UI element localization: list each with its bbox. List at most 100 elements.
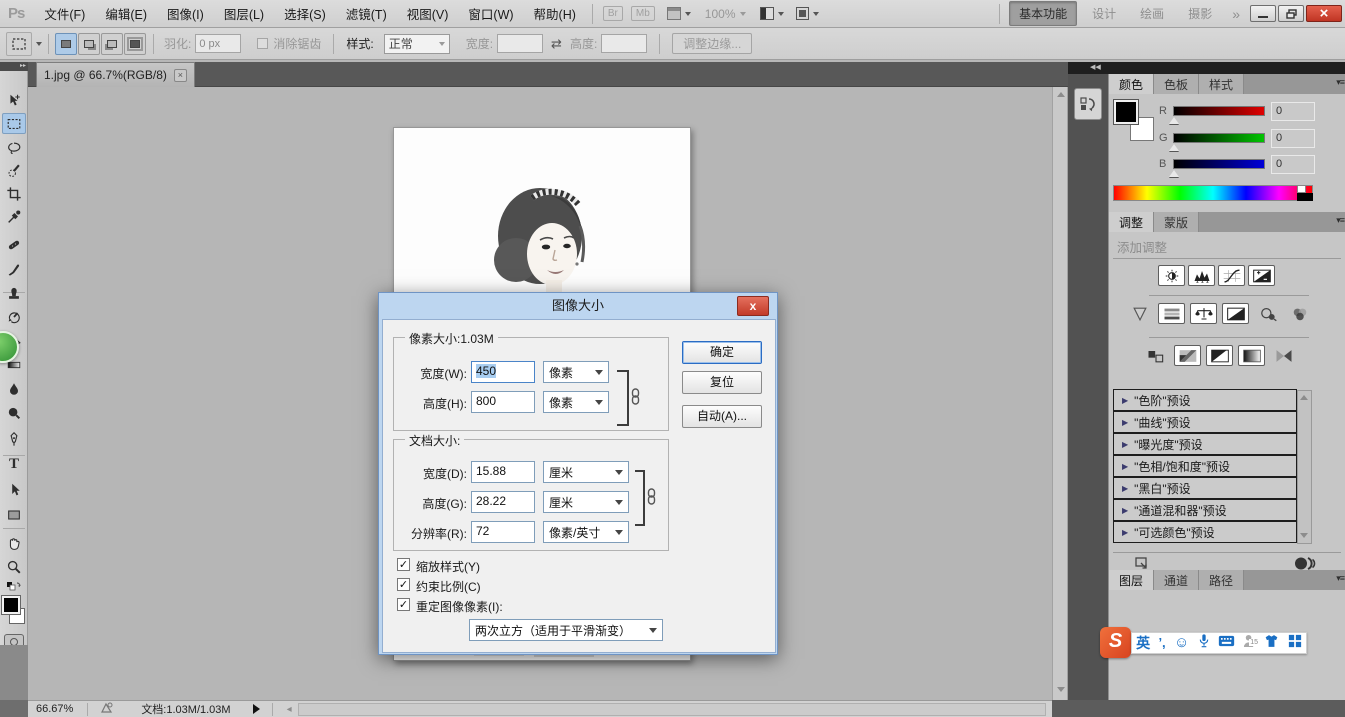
bridge-button[interactable]: Br xyxy=(603,6,623,21)
channel-mixer-icon[interactable] xyxy=(1286,303,1313,324)
zoom-tool[interactable] xyxy=(2,556,26,577)
width-input[interactable] xyxy=(497,34,543,53)
black-white-icon[interactable] xyxy=(1222,303,1249,324)
feather-input[interactable] xyxy=(195,34,241,53)
pixel-height-unit-dropdown[interactable]: 像素 xyxy=(543,391,609,413)
tab-adjustments[interactable]: 调整 xyxy=(1109,212,1154,232)
refine-edge-button[interactable]: 调整边缘... xyxy=(672,33,752,54)
crop-tool[interactable] xyxy=(2,183,26,204)
panel-dock-collapse-bar[interactable]: ◀◀ xyxy=(1068,62,1345,74)
panel-menu-icon[interactable]: ▾≡ xyxy=(1336,215,1344,226)
doc-width-unit-dropdown[interactable]: 厘米 xyxy=(543,461,629,483)
scroll-up-icon[interactable] xyxy=(1057,92,1065,97)
shape-tool[interactable] xyxy=(2,504,26,525)
selection-mode-new[interactable] xyxy=(55,33,77,55)
posterize-icon[interactable] xyxy=(1174,345,1201,366)
preset-hue-saturation[interactable]: ▶"色相/饱和度"预设 xyxy=(1113,455,1297,477)
sogou-voice-icon[interactable] xyxy=(1198,633,1210,652)
status-flyout-icon[interactable] xyxy=(253,704,260,714)
pen-tool[interactable] xyxy=(2,428,26,449)
spot-healing-tool[interactable] xyxy=(2,234,26,255)
eyedropper-tool[interactable] xyxy=(2,206,26,227)
foreground-swatch[interactable] xyxy=(1114,100,1138,124)
path-selection-tool[interactable] xyxy=(2,479,26,500)
workspace-essentials[interactable]: 基本功能 xyxy=(1009,1,1077,26)
color-balance-icon[interactable] xyxy=(1190,303,1217,324)
auto-button[interactable]: 自动(A)... xyxy=(682,405,762,428)
sogou-logo[interactable]: S xyxy=(1100,627,1131,658)
resample-method-dropdown[interactable]: 两次立方（适用于平滑渐变） xyxy=(469,619,663,641)
history-panel-icon[interactable] xyxy=(1074,88,1102,120)
tab-color[interactable]: 颜色 xyxy=(1109,74,1154,94)
reset-button[interactable]: 复位 xyxy=(682,371,762,394)
collapse-panels-icon[interactable]: ◀◀ xyxy=(1090,64,1101,71)
lasso-tool[interactable] xyxy=(2,137,26,158)
sogou-login-icon[interactable]: 15 xyxy=(1243,634,1256,651)
tab-paths[interactable]: 路径 xyxy=(1199,570,1244,590)
selection-mode-subtract[interactable] xyxy=(101,33,123,55)
red-value-input[interactable]: 0 xyxy=(1271,102,1315,121)
ok-button[interactable]: 确定 xyxy=(682,341,762,364)
sogou-punctuation-toggle[interactable]: ’, xyxy=(1158,635,1165,650)
preset-black-white[interactable]: ▶"黑白"预设 xyxy=(1113,477,1297,499)
green-value-input[interactable]: 0 xyxy=(1271,129,1315,148)
horizontal-scrollbar[interactable] xyxy=(298,703,1046,716)
selection-mode-intersect[interactable] xyxy=(124,33,146,55)
sogou-emoji-icon[interactable]: ☺ xyxy=(1174,634,1189,651)
restore-button[interactable] xyxy=(1278,5,1304,22)
tool-preset-picker[interactable] xyxy=(6,32,32,56)
preset-curves[interactable]: ▶"曲线"预设 xyxy=(1113,411,1297,433)
resample-image-checkbox[interactable]: ✓ xyxy=(397,598,410,611)
menu-view[interactable]: 视图(V) xyxy=(397,0,459,28)
resolution-unit-dropdown[interactable]: 像素/英寸 xyxy=(543,521,629,543)
presets-scrollbar[interactable] xyxy=(1297,390,1312,544)
tab-swatches[interactable]: 色板 xyxy=(1154,74,1199,94)
pixel-width-unit-dropdown[interactable]: 像素 xyxy=(543,361,609,383)
mini-bridge-button[interactable]: Mb xyxy=(631,6,655,21)
preset-channel-mixer[interactable]: ▶"通道混和器"预设 xyxy=(1113,499,1297,521)
spectrum-black-swatch[interactable] xyxy=(1297,193,1313,201)
doc-height-unit-dropdown[interactable]: 厘米 xyxy=(543,491,629,513)
tab-styles[interactable]: 样式 xyxy=(1199,74,1244,94)
vibrance-icon[interactable] xyxy=(1126,303,1153,324)
selection-mode-add[interactable] xyxy=(78,33,100,55)
preset-selective-color[interactable]: ▶"可选颜色"预设 xyxy=(1113,521,1297,543)
hscroll-left-icon[interactable]: ◂ xyxy=(287,704,292,715)
blue-slider-marker[interactable] xyxy=(1169,170,1179,177)
rectangular-marquee-tool[interactable] xyxy=(2,113,26,134)
foreground-color-swatch[interactable] xyxy=(2,596,20,614)
blue-value-input[interactable]: 0 xyxy=(1271,155,1315,174)
close-button[interactable]: × xyxy=(1306,5,1342,22)
panel-menu-icon[interactable]: ▾≡ xyxy=(1336,573,1344,584)
tab-channels[interactable]: 通道 xyxy=(1154,570,1199,590)
workspace-painting[interactable]: 绘画 xyxy=(1131,2,1173,25)
dodge-tool[interactable] xyxy=(2,402,26,423)
move-tool[interactable] xyxy=(2,90,26,111)
constrain-proportions-checkbox[interactable]: ✓ xyxy=(397,578,410,591)
screen-mode-button[interactable] xyxy=(796,7,819,20)
menu-image[interactable]: 图像(I) xyxy=(157,0,214,28)
blue-slider[interactable] xyxy=(1173,159,1265,169)
exposure-icon[interactable] xyxy=(1248,265,1275,286)
zoom-percentage[interactable]: 66.67% xyxy=(28,703,81,715)
brush-tool[interactable] xyxy=(2,258,26,279)
zoom-level-dropdown[interactable]: 100% xyxy=(705,7,746,21)
minimize-button[interactable] xyxy=(1250,5,1276,22)
hand-tool[interactable] xyxy=(2,532,26,553)
menu-layer[interactable]: 图层(L) xyxy=(214,0,274,28)
style-dropdown[interactable]: 正常 xyxy=(384,34,450,54)
document-close-icon[interactable]: × xyxy=(174,69,187,82)
workspace-overflow-chevron[interactable]: » xyxy=(1232,6,1240,22)
default-colors-icon[interactable] xyxy=(2,580,26,594)
view-extras-button[interactable] xyxy=(667,7,691,20)
invert-icon[interactable] xyxy=(1142,345,1169,366)
height-input[interactable] xyxy=(601,34,647,53)
menu-file[interactable]: 文件(F) xyxy=(34,0,95,28)
hue-saturation-icon[interactable] xyxy=(1158,303,1185,324)
photo-filter-icon[interactable] xyxy=(1254,303,1281,324)
doc-width-input[interactable]: 15.88 xyxy=(471,461,535,483)
brightness-contrast-icon[interactable] xyxy=(1158,265,1185,286)
type-tool[interactable]: T xyxy=(2,454,26,475)
preset-levels[interactable]: ▶"色阶"预设 xyxy=(1113,389,1297,411)
document-tab[interactable]: 1.jpg @ 66.7%(RGB/8) × xyxy=(36,62,195,87)
